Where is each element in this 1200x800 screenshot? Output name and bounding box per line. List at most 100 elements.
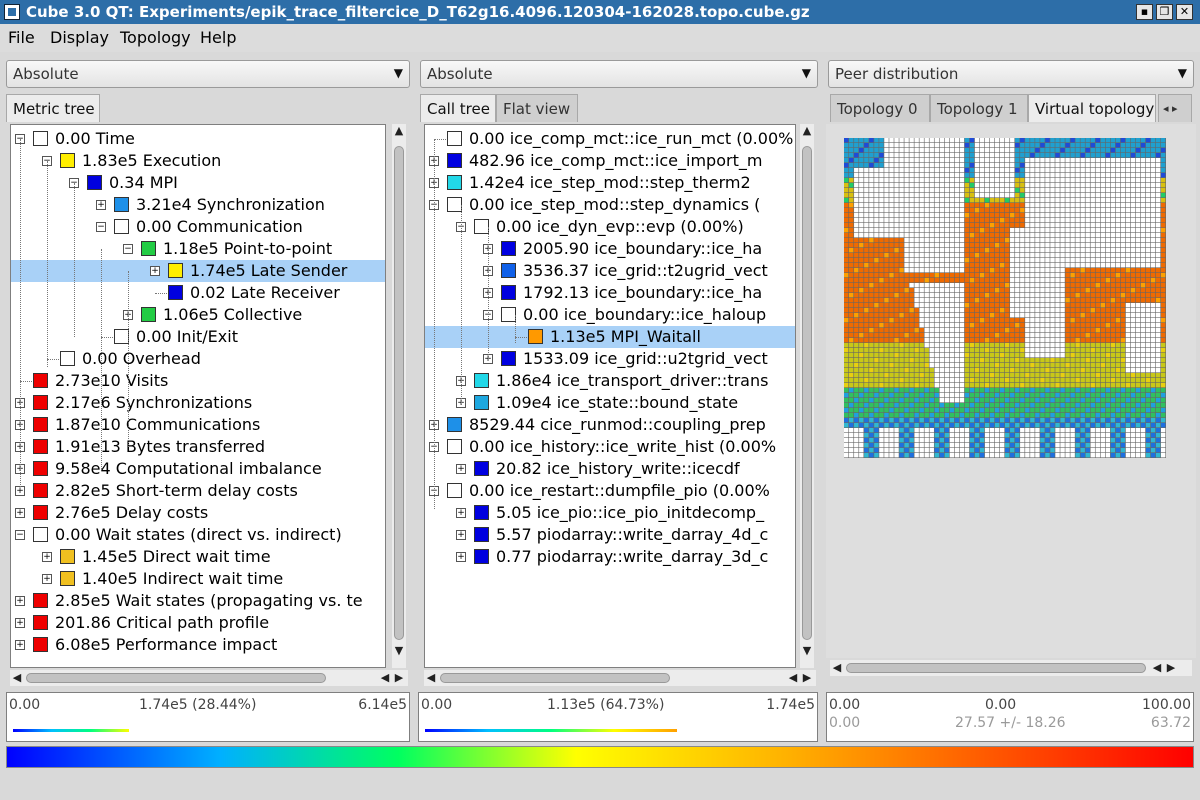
tree-row[interactable]: −0.00 Communication bbox=[11, 216, 385, 238]
tab-flat-view[interactable]: Flat view bbox=[496, 94, 578, 122]
tree-row[interactable]: −0.00 ice_boundary::ice_haloup bbox=[425, 304, 795, 326]
tree-row[interactable]: +1.40e5 Indirect wait time bbox=[11, 568, 385, 590]
tree-row[interactable]: 0.00 Init/Exit bbox=[11, 326, 385, 348]
tree-row[interactable]: +1.06e5 Collective bbox=[11, 304, 385, 326]
expand-icon[interactable]: + bbox=[42, 552, 52, 562]
tree-row[interactable]: −0.00 ice_dyn_evp::evp (0.00%) bbox=[425, 216, 795, 238]
collapse-icon[interactable]: − bbox=[123, 244, 133, 254]
scroll-left-icon[interactable]: ◀ bbox=[786, 671, 800, 684]
tree-row[interactable]: +3536.37 ice_grid::t2ugrid_vect bbox=[425, 260, 795, 282]
tab-call-tree[interactable]: Call tree bbox=[420, 94, 496, 122]
scroll-thumb[interactable] bbox=[26, 673, 326, 683]
scroll-left-icon[interactable]: ◀ bbox=[10, 671, 24, 684]
tree-row[interactable]: +3.21e4 Synchronization bbox=[11, 194, 385, 216]
tab-metric-tree[interactable]: Metric tree bbox=[6, 94, 100, 122]
tree-row[interactable]: +5.05 ice_pio::ice_pio_initdecomp_ bbox=[425, 502, 795, 524]
restore-icon[interactable]: ❐ bbox=[1156, 4, 1173, 20]
tree-row[interactable]: −0.34 MPI bbox=[11, 172, 385, 194]
menu-help[interactable]: Help bbox=[200, 28, 236, 47]
scroll-down-icon[interactable]: ▼ bbox=[392, 644, 406, 657]
call-hscrollbar[interactable]: ◀ ◀ ▶ bbox=[424, 670, 816, 686]
tab-scroll-arrows[interactable]: ◂ ▸ bbox=[1158, 94, 1192, 122]
menu-display[interactable]: Display bbox=[50, 28, 109, 47]
collapse-icon[interactable]: − bbox=[96, 222, 106, 232]
tree-row[interactable]: +1792.13 ice_boundary::ice_ha bbox=[425, 282, 795, 304]
expand-icon[interactable]: + bbox=[15, 596, 25, 606]
tree-row[interactable]: +1.74e5 Late Sender bbox=[11, 260, 385, 282]
tree-row[interactable]: +5.57 piodarray::write_darray_4d_c bbox=[425, 524, 795, 546]
expand-icon[interactable]: + bbox=[15, 486, 25, 496]
tree-row[interactable]: +1.91e13 Bytes transferred bbox=[11, 436, 385, 458]
system-mode-select[interactable]: Peer distribution ▼ bbox=[828, 60, 1194, 88]
tree-row[interactable]: −0.00 ice_step_mod::step_dynamics ( bbox=[425, 194, 795, 216]
tree-row[interactable]: +1.42e4 ice_step_mod::step_therm2 bbox=[425, 172, 795, 194]
scroll-thumb[interactable] bbox=[846, 663, 1146, 673]
scroll-right-icon[interactable]: ▶ bbox=[392, 671, 406, 684]
tree-row[interactable]: +1533.09 ice_grid::u2tgrid_vect bbox=[425, 348, 795, 370]
scroll-thumb[interactable] bbox=[440, 673, 670, 683]
tree-row[interactable]: +2.82e5 Short-term delay costs bbox=[11, 480, 385, 502]
tree-row[interactable]: +201.86 Critical path profile bbox=[11, 612, 385, 634]
tree-row[interactable]: +0.77 piodarray::write_darray_3d_c bbox=[425, 546, 795, 568]
scroll-down-icon[interactable]: ▼ bbox=[800, 644, 814, 657]
scroll-thumb[interactable] bbox=[394, 146, 404, 640]
tree-row[interactable]: +2.85e5 Wait states (propagating vs. te bbox=[11, 590, 385, 612]
tree-row[interactable]: 0.00 Overhead bbox=[11, 348, 385, 370]
tree-row[interactable]: +8529.44 cice_runmod::coupling_prep bbox=[425, 414, 795, 436]
tree-row[interactable]: +2.17e6 Synchronizations bbox=[11, 392, 385, 414]
expand-icon[interactable]: + bbox=[456, 530, 466, 540]
tree-row[interactable]: +1.87e10 Communications bbox=[11, 414, 385, 436]
menu-file[interactable]: File bbox=[8, 28, 35, 47]
tree-row[interactable]: 2.73e10 Visits bbox=[11, 370, 385, 392]
collapse-icon[interactable]: − bbox=[15, 530, 25, 540]
tree-row[interactable]: +2.76e5 Delay costs bbox=[11, 502, 385, 524]
scroll-left-icon[interactable]: ◀ bbox=[424, 671, 438, 684]
expand-icon[interactable]: + bbox=[96, 200, 106, 210]
scroll-left-icon[interactable]: ◀ bbox=[830, 661, 844, 674]
expand-icon[interactable]: + bbox=[150, 266, 160, 276]
tree-row[interactable]: 0.02 Late Receiver bbox=[11, 282, 385, 304]
scroll-left-icon[interactable]: ◀ bbox=[378, 671, 392, 684]
metric-hscrollbar[interactable]: ◀ ◀ ▶ bbox=[10, 670, 408, 686]
tree-row[interactable]: −0.00 Wait states (direct vs. indirect) bbox=[11, 524, 385, 546]
menu-topology[interactable]: Topology bbox=[120, 28, 191, 47]
topology-heatmap[interactable] bbox=[844, 138, 1166, 458]
tree-row[interactable]: −0.00 ice_history::ice_write_hist (0.00% bbox=[425, 436, 795, 458]
close-icon[interactable]: ✕ bbox=[1176, 4, 1193, 20]
scroll-thumb[interactable] bbox=[802, 146, 812, 640]
tree-row[interactable]: +20.82 ice_history_write::icecdf bbox=[425, 458, 795, 480]
expand-icon[interactable]: + bbox=[456, 464, 466, 474]
expand-icon[interactable]: + bbox=[15, 618, 25, 628]
tree-row[interactable]: +482.96 ice_comp_mct::ice_import_m bbox=[425, 150, 795, 172]
expand-icon[interactable]: + bbox=[15, 508, 25, 518]
tab-topology-0[interactable]: Topology 0 bbox=[830, 94, 930, 122]
topology-hscrollbar[interactable]: ◀ ◀ ▶ bbox=[830, 660, 1192, 676]
tab-topology-1[interactable]: Topology 1 bbox=[930, 94, 1028, 122]
tree-row[interactable]: −1.83e5 Execution bbox=[11, 150, 385, 172]
scroll-right-icon[interactable]: ▶ bbox=[800, 671, 814, 684]
tree-row[interactable]: −0.00 ice_restart::dumpfile_pio (0.00% bbox=[425, 480, 795, 502]
tree-row[interactable]: +1.86e4 ice_transport_driver::trans bbox=[425, 370, 795, 392]
tree-row[interactable]: +9.58e4 Computational imbalance bbox=[11, 458, 385, 480]
call-tree[interactable]: 0.00 ice_comp_mct::ice_run_mct (0.00% +48… bbox=[424, 124, 796, 668]
metric-mode-select[interactable]: Absolute ▼ bbox=[6, 60, 410, 88]
scroll-up-icon[interactable]: ▲ bbox=[392, 124, 406, 137]
minimize-icon[interactable]: ▪ bbox=[1136, 4, 1153, 20]
scroll-up-icon[interactable]: ▲ bbox=[800, 124, 814, 137]
tab-virtual-topology[interactable]: Virtual topology bbox=[1028, 94, 1156, 122]
scroll-right-icon[interactable]: ▶ bbox=[1164, 661, 1178, 674]
metric-vscrollbar[interactable]: ▲ ▼ bbox=[392, 124, 406, 668]
call-mode-select[interactable]: Absolute ▼ bbox=[420, 60, 818, 88]
tree-row[interactable]: −0.00 Time bbox=[11, 128, 385, 150]
metric-tree[interactable]: −0.00 Time −1.83e5 Execution −0.34 MPI +3.2… bbox=[10, 124, 386, 668]
tree-row[interactable]: 0.00 ice_comp_mct::ice_run_mct (0.00% bbox=[425, 128, 795, 150]
expand-icon[interactable]: + bbox=[42, 574, 52, 584]
tree-row[interactable]: +2005.90 ice_boundary::ice_ha bbox=[425, 238, 795, 260]
tree-row[interactable]: +1.45e5 Direct wait time bbox=[11, 546, 385, 568]
tree-row[interactable]: +6.08e5 Performance impact bbox=[11, 634, 385, 656]
expand-icon[interactable]: + bbox=[15, 640, 25, 650]
tree-row[interactable]: −1.18e5 Point-to-point bbox=[11, 238, 385, 260]
tree-row[interactable]: 1.13e5 MPI_Waitall bbox=[425, 326, 795, 348]
call-vscrollbar[interactable]: ▲ ▼ bbox=[800, 124, 814, 668]
tree-row[interactable]: +1.09e4 ice_state::bound_state bbox=[425, 392, 795, 414]
